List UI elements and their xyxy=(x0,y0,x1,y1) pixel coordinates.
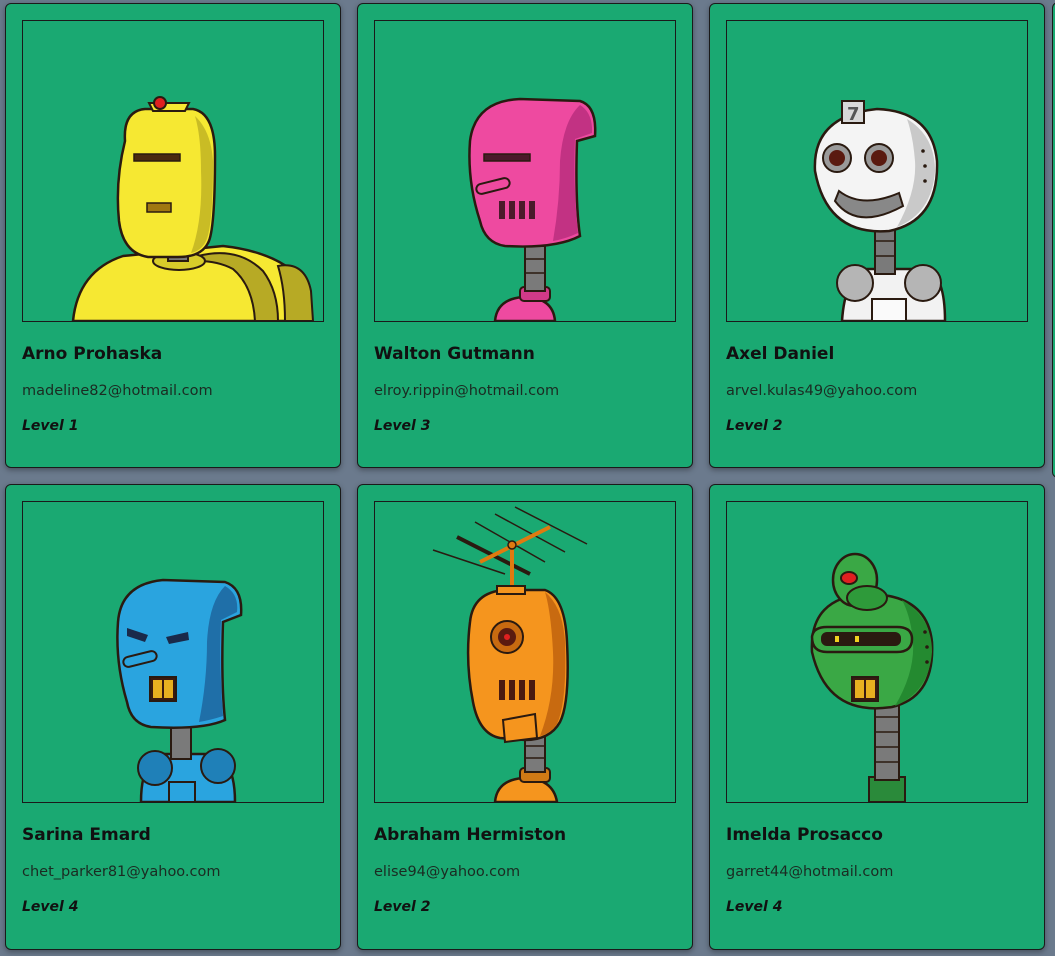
robot-email: arvel.kulas49@yahoo.com xyxy=(726,383,918,399)
robot-name: Abraham Hermiston xyxy=(374,825,567,845)
robot-name: Arno Prohaska xyxy=(22,344,163,364)
robot-card[interactable]: Abraham Hermiston elise94@yahoo.com Leve… xyxy=(357,484,693,950)
svg-text:7: 7 xyxy=(847,104,860,125)
robot-card-grid: Arno Prohaska madeline82@hotmail.com Lev… xyxy=(0,0,1055,956)
robot-card[interactable]: 7 Axel Daniel arvel.kulas49@yahoo.com Le… xyxy=(709,3,1045,468)
robot-email: madeline82@hotmail.com xyxy=(22,383,213,399)
robot-level: Level 1 xyxy=(22,418,79,434)
green-robot-avatar-icon xyxy=(726,501,1028,803)
robot-email: chet_parker81@yahoo.com xyxy=(22,864,221,880)
robot-level: Level 2 xyxy=(726,418,783,434)
robot-level: Level 4 xyxy=(726,899,783,915)
robot-card[interactable]: Imelda Prosacco garret44@hotmail.com Lev… xyxy=(709,484,1045,950)
yellow-robot-avatar-icon xyxy=(22,20,324,322)
robot-level: Level 3 xyxy=(374,418,431,434)
robot-name: Axel Daniel xyxy=(726,344,835,364)
robot-email: elroy.rippin@hotmail.com xyxy=(374,383,560,399)
robot-email: elise94@yahoo.com xyxy=(374,864,521,880)
blue-robot-avatar-icon xyxy=(22,501,324,803)
orange-robot-avatar-icon xyxy=(374,501,676,803)
robot-card[interactable]: Arno Prohaska madeline82@hotmail.com Lev… xyxy=(5,3,341,468)
robot-name: Sarina Emard xyxy=(22,825,151,845)
robot-name: Imelda Prosacco xyxy=(726,825,883,845)
robot-card[interactable]: Walton Gutmann elroy.rippin@hotmail.com … xyxy=(357,3,693,468)
pink-robot-avatar-icon xyxy=(374,20,676,322)
robot-name: Walton Gutmann xyxy=(374,344,535,364)
robot-card[interactable]: Sarina Emard chet_parker81@yahoo.com Lev… xyxy=(5,484,341,950)
robot-level: Level 2 xyxy=(374,899,431,915)
robot-level: Level 4 xyxy=(22,899,79,915)
robot-email: garret44@hotmail.com xyxy=(726,864,894,880)
white-robot-avatar-icon: 7 xyxy=(726,20,1028,322)
